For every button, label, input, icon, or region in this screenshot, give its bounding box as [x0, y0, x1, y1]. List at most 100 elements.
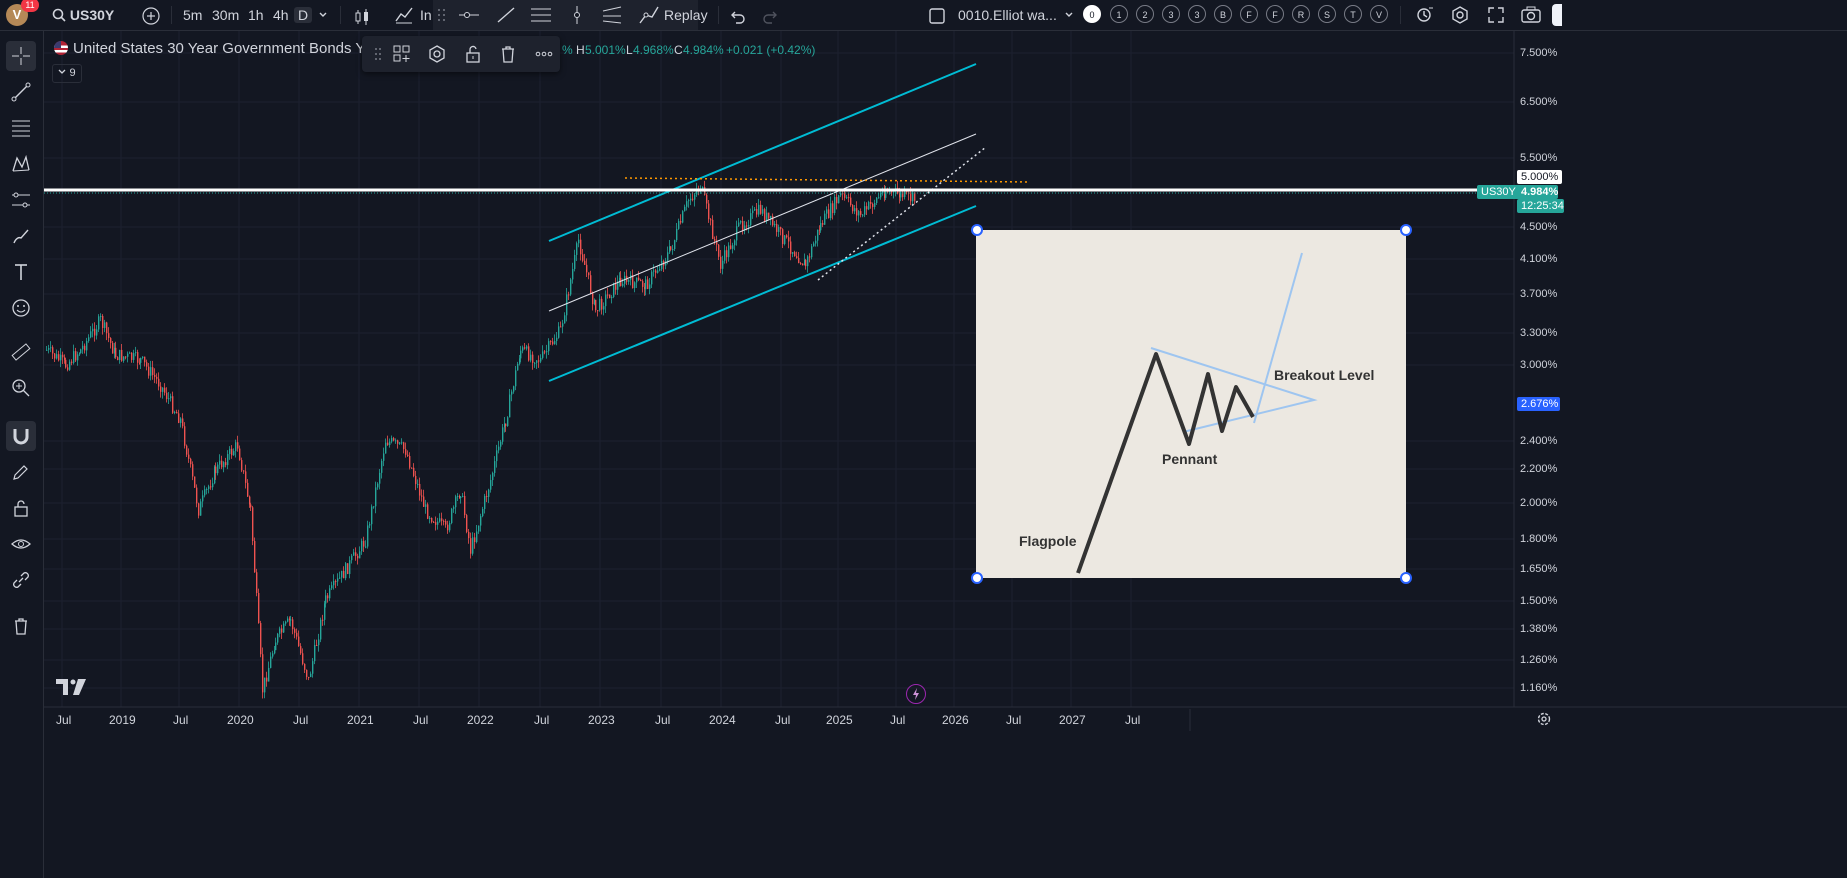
candle-body — [659, 269, 661, 271]
dotted-support-line[interactable] — [817, 146, 987, 281]
y-tick: 1.650% — [1520, 563, 1558, 575]
symbol-legend[interactable]: United States 30 Year Government Bonds Y… — [54, 40, 368, 57]
candle-body — [734, 240, 736, 246]
candle-body — [885, 191, 887, 198]
drag-handle-icon[interactable] — [368, 44, 388, 64]
indicators-collapse-button[interactable]: 9 — [52, 64, 82, 83]
template-icon[interactable] — [392, 44, 412, 64]
candle-body — [607, 294, 609, 296]
candle-body — [780, 227, 782, 230]
y-tick: 1.500% — [1520, 595, 1558, 607]
candle-body — [486, 495, 488, 497]
candle-body — [84, 345, 86, 351]
candle-body — [694, 194, 696, 200]
candle-body — [528, 346, 530, 361]
candle-body — [355, 552, 357, 556]
candle-body — [649, 284, 651, 289]
y-tick: 4.500% — [1520, 221, 1558, 233]
candle-body — [375, 487, 377, 507]
resize-handle-top-left[interactable] — [971, 224, 983, 236]
candle-body — [117, 357, 119, 361]
candle-body — [415, 475, 417, 485]
candle-body — [304, 663, 306, 670]
candle-body — [642, 281, 644, 287]
quick-action-button[interactable] — [906, 684, 926, 704]
chevron-down-icon — [58, 69, 66, 74]
candle-body — [864, 206, 866, 215]
candle-body — [832, 203, 834, 214]
candle-body — [457, 495, 459, 497]
x-tick: 2023 — [588, 713, 615, 727]
candle-body — [383, 453, 385, 461]
candle-body — [351, 555, 353, 561]
candle-body — [154, 374, 156, 377]
candle-body — [462, 495, 464, 497]
candle-body — [129, 352, 131, 354]
candle-body — [349, 560, 351, 574]
candle-body — [520, 350, 522, 359]
candle-body — [513, 386, 515, 392]
candle-body — [852, 205, 854, 212]
candle-body — [724, 250, 726, 261]
candle-body — [445, 521, 447, 525]
candle-body — [365, 546, 367, 548]
candle-body — [770, 216, 772, 219]
orange-resistance-line[interactable] — [624, 177, 1031, 183]
candle-body — [914, 192, 916, 201]
candle-body — [726, 250, 728, 258]
candle-body — [722, 260, 724, 269]
low-value: 4.968% — [633, 43, 674, 57]
candle-body — [250, 504, 252, 508]
candle-body — [409, 456, 411, 468]
more-icon[interactable] — [534, 44, 554, 64]
candle-body — [603, 306, 605, 310]
resize-handle-bottom-right[interactable] — [1400, 572, 1412, 584]
close-label: C — [674, 43, 683, 57]
high-value: 5.001% — [585, 43, 626, 57]
price-chart[interactable] — [0, 0, 1847, 878]
candle-body — [314, 644, 316, 662]
candle-body — [391, 438, 393, 442]
bar-countdown: 12:25:34 — [1517, 199, 1564, 213]
candle-body — [496, 450, 498, 462]
pennant-reference-image[interactable]: Breakout Level Pennant Flagpole — [976, 230, 1406, 578]
candle-body — [140, 358, 142, 363]
resize-handle-bottom-left[interactable] — [971, 572, 983, 584]
unlock-icon[interactable] — [463, 44, 483, 64]
candle-body — [718, 244, 720, 257]
candle-body — [538, 360, 540, 362]
settings-icon[interactable] — [427, 44, 447, 64]
candle-body — [738, 222, 740, 227]
time-axis[interactable]: Jul 2019 Jul 2020 Jul 2021 Jul 2022 Jul … — [44, 707, 1514, 731]
candle-body — [838, 195, 840, 204]
candle-body — [554, 341, 556, 345]
candle-body — [347, 563, 349, 574]
chart-settings-gear-icon[interactable] — [1536, 711, 1552, 727]
candle-body — [229, 448, 231, 455]
candle-body — [389, 441, 391, 446]
candle-body — [844, 193, 846, 198]
candle-body — [746, 225, 748, 227]
tradingview-logo[interactable] — [56, 679, 86, 700]
candle-body — [241, 460, 243, 471]
candle-body — [387, 442, 389, 446]
candle-body — [393, 438, 395, 441]
resize-handle-top-right[interactable] — [1400, 224, 1412, 236]
candle-body — [858, 211, 860, 216]
channel-mid-line[interactable] — [548, 133, 977, 312]
y-tick: 2.400% — [1520, 435, 1558, 447]
candle-body — [661, 260, 663, 270]
candle-body — [322, 619, 324, 621]
candle-body — [846, 197, 848, 199]
trash-icon[interactable] — [498, 44, 518, 64]
candle-body — [517, 363, 519, 371]
candle-body — [86, 340, 88, 351]
candle-body — [331, 585, 333, 589]
candle-body — [834, 197, 836, 214]
candle-body — [667, 252, 669, 261]
candle-body — [476, 531, 478, 543]
x-tick: Jul — [413, 713, 429, 727]
candle-body — [302, 653, 304, 664]
candle-body — [437, 521, 439, 525]
candle-body — [369, 524, 371, 526]
